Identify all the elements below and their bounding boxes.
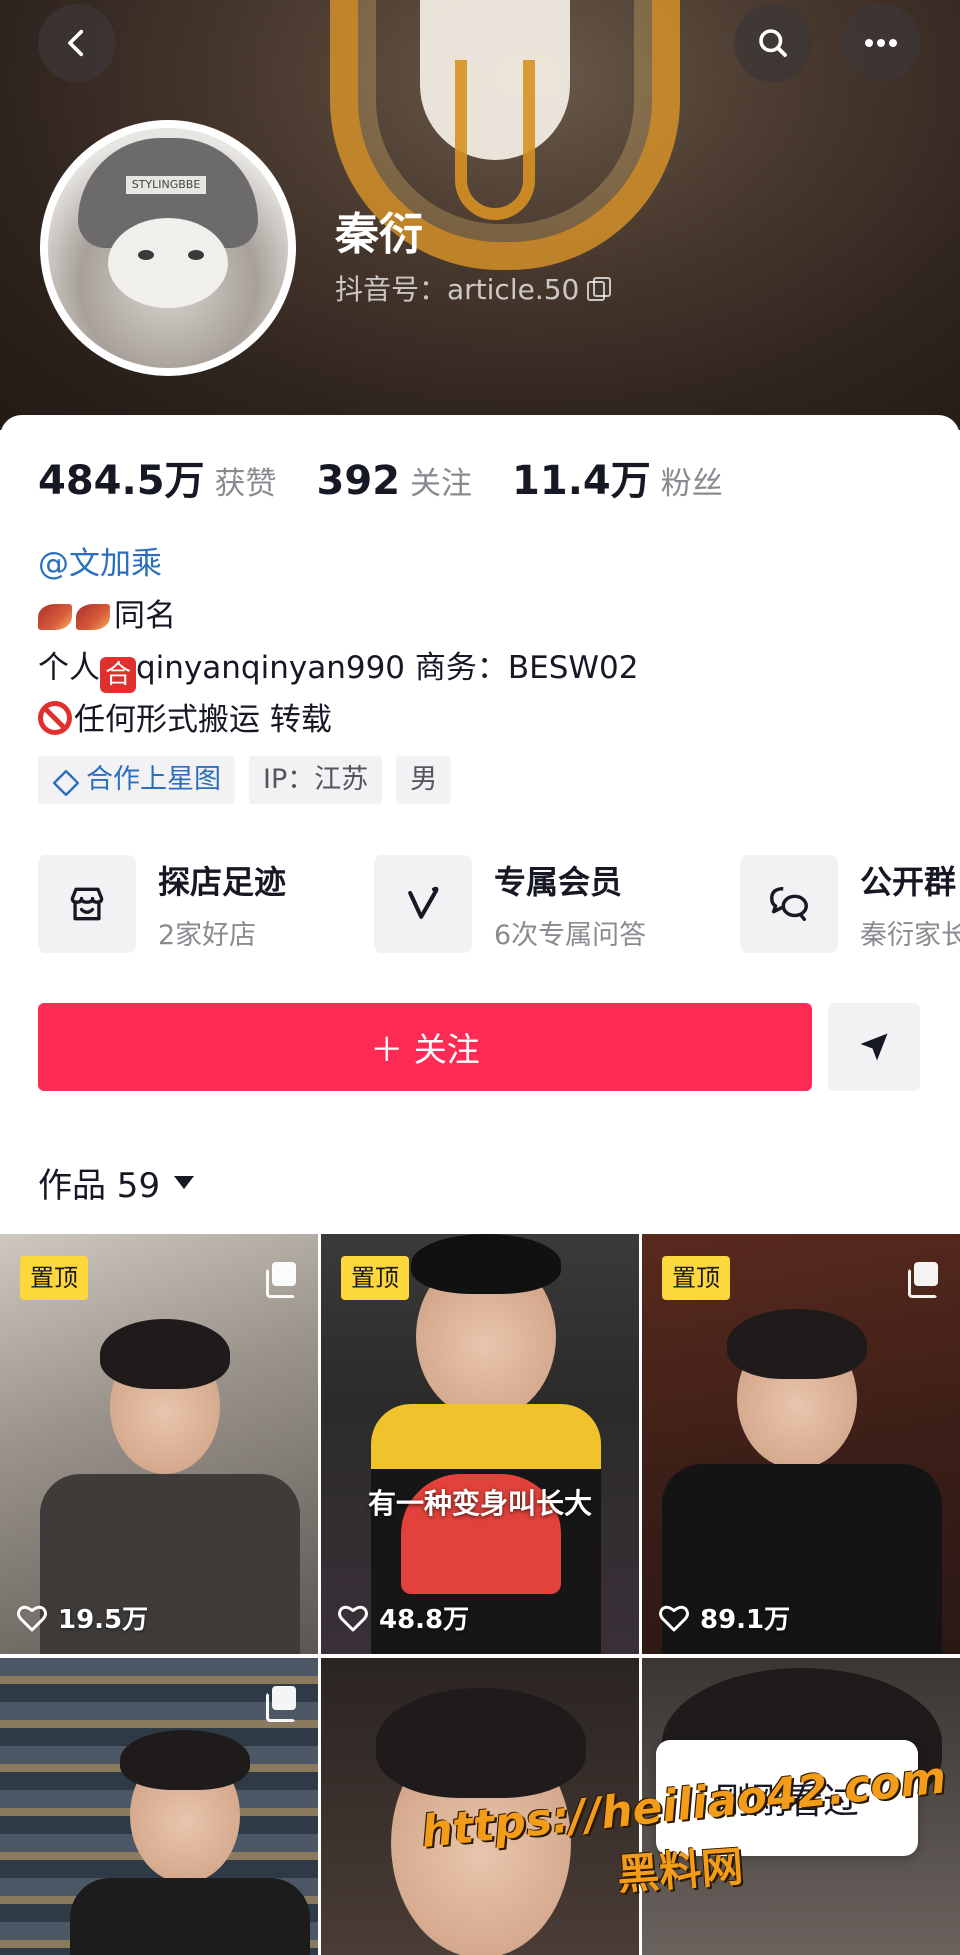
bio-mention-link[interactable]: @文加乘 <box>38 546 162 582</box>
avatar-cat-eye <box>138 250 154 260</box>
heart-icon <box>659 1605 689 1631</box>
thumbnail-hair <box>100 1319 230 1389</box>
pinned-badge: 置顶 <box>662 1256 730 1300</box>
bio-text: 个人 <box>38 650 100 686</box>
video-likes: 48.8万 <box>337 1599 469 1636</box>
group-icon-box <box>740 855 838 953</box>
douyin-id: 抖音号：article.50 <box>335 273 580 306</box>
video-tile[interactable]: 置顶 89.1万 <box>642 1234 960 1654</box>
video-tile[interactable]: 置顶 19.5万 <box>0 1234 318 1654</box>
more-button[interactable] <box>842 4 920 82</box>
store-icon <box>70 887 104 921</box>
bio-text: qinyanqinyan990 商务：BESW02 <box>136 650 639 686</box>
sweet-potato-icon <box>38 604 72 630</box>
tag-label: 男 <box>410 764 438 795</box>
service-membership[interactable]: 专属会员 6次专属问答 <box>374 855 646 953</box>
multi-image-icon <box>266 1686 296 1722</box>
tag-gender: 男 <box>396 756 452 804</box>
stat-value: 484.5万 <box>38 458 205 504</box>
heart-icon <box>338 1605 368 1631</box>
stat-likes[interactable]: 484.5万 获赞 <box>38 448 277 506</box>
multi-image-icon <box>908 1262 938 1298</box>
watermark: https://heiliao42.com 黑料网 <box>419 1752 949 1899</box>
likes-count: 19.5万 <box>58 1605 149 1635</box>
copy-icon[interactable] <box>587 277 612 301</box>
search-icon <box>759 29 787 57</box>
stat-value: 392 <box>316 458 401 504</box>
profile-name: 秦衍 <box>335 209 423 260</box>
service-title: 公开群 <box>860 862 957 901</box>
works-tab[interactable]: 作品 59 <box>38 1158 195 1207</box>
caret-down-icon <box>174 1176 195 1189</box>
thumbnail-hair <box>411 1234 561 1294</box>
bio-line: 任何形式搬运 转载 <box>38 694 639 746</box>
avatar-cat-face <box>108 218 228 308</box>
profile-stats: 484.5万 获赞 392 关注 11.4万 粉丝 <box>38 448 763 506</box>
works-tab-label: 作品 59 <box>38 1166 161 1206</box>
stat-label: 获赞 <box>214 466 277 502</box>
pinned-badge: 置顶 <box>20 1256 88 1300</box>
stat-value: 11.4万 <box>512 458 651 504</box>
bio-text: 同名 <box>114 598 176 634</box>
star-map-icon <box>52 769 78 791</box>
video-tile[interactable] <box>0 1658 318 1955</box>
he-badge-icon: 合 <box>100 657 136 693</box>
service-title: 专属会员 <box>494 862 623 901</box>
stat-followers[interactable]: 11.4万 粉丝 <box>512 448 723 506</box>
send-icon <box>860 1033 888 1061</box>
bio-text: 任何形式搬运 转载 <box>74 702 332 738</box>
service-store-visits[interactable]: 探店足迹 2家好店 <box>38 855 286 953</box>
v-badge-icon <box>408 886 439 919</box>
likes-count: 48.8万 <box>379 1605 470 1635</box>
bio-mention-line: @文加乘 <box>38 538 639 590</box>
bio-line: 个人合 qinyanqinyan990 商务：BESW02 <box>38 642 639 694</box>
likes-count: 89.1万 <box>700 1605 791 1635</box>
stat-label: 粉丝 <box>660 466 723 502</box>
avatar-image: STYLINGBBE <box>48 128 288 368</box>
share-button[interactable] <box>828 1003 920 1091</box>
membership-icon-box <box>374 855 472 953</box>
more-horizontal-icon <box>865 39 897 47</box>
chat-bubbles-icon <box>770 886 808 922</box>
store-icon-box <box>38 855 136 953</box>
pinned-badge: 置顶 <box>341 1256 409 1300</box>
cover-art-inner <box>455 60 535 220</box>
tag-ip-location: IP：江苏 <box>249 756 383 804</box>
video-tile[interactable]: 置顶 有一种变身叫长大 48.8万 <box>321 1234 639 1654</box>
back-button[interactable] <box>38 4 116 82</box>
service-subtitle: 6次专属问答 <box>494 919 647 951</box>
stat-following[interactable]: 392 关注 <box>317 458 473 504</box>
profile-cover: STYLINGBBE 秦衍 抖音号：article.50 <box>0 0 960 430</box>
avatar[interactable]: STYLINGBBE <box>40 120 296 376</box>
search-button[interactable] <box>734 4 812 82</box>
follow-button[interactable]: ＋ 关注 <box>38 1003 812 1091</box>
video-likes: 89.1万 <box>658 1599 790 1636</box>
profile-bio: @文加乘 同名 个人合 qinyanqinyan990 商务：BESW02 任何形… <box>38 538 639 746</box>
avatar-hood-text: STYLINGBBE <box>126 176 206 194</box>
video-likes: 19.5万 <box>16 1599 148 1636</box>
stat-label: 关注 <box>410 466 473 502</box>
thumbnail-hair <box>727 1309 867 1379</box>
prohibited-icon <box>38 701 72 735</box>
avatar-cat-eye <box>188 250 204 260</box>
service-subtitle: 2家好店 <box>158 919 257 951</box>
service-subtitle: 秦衍家长 <box>860 919 960 951</box>
thumbnail-hair <box>120 1730 250 1790</box>
bio-line: 同名 <box>38 590 639 642</box>
multi-image-icon <box>266 1262 296 1298</box>
profile-tags: 合作上星图 IP：江苏 男 <box>38 756 452 804</box>
video-caption: 有一种变身叫长大 <box>367 1487 592 1520</box>
tag-star-map[interactable]: 合作上星图 <box>38 756 235 804</box>
thumbnail-shirt <box>70 1878 310 1955</box>
heart-icon <box>17 1605 47 1631</box>
tag-label: 合作上星图 <box>86 764 221 795</box>
douyin-id-row[interactable]: 抖音号：article.50 <box>335 268 612 308</box>
service-row: 探店足迹 2家好店 专属会员 6次专属问答 公开群 秦衍家长 <box>38 855 960 955</box>
chevron-left-icon <box>68 29 84 57</box>
sweet-potato-icon <box>76 604 110 630</box>
tag-label: IP：江苏 <box>263 764 369 795</box>
service-public-group[interactable]: 公开群 秦衍家长 <box>740 855 960 953</box>
service-title: 探店足迹 <box>158 862 287 901</box>
